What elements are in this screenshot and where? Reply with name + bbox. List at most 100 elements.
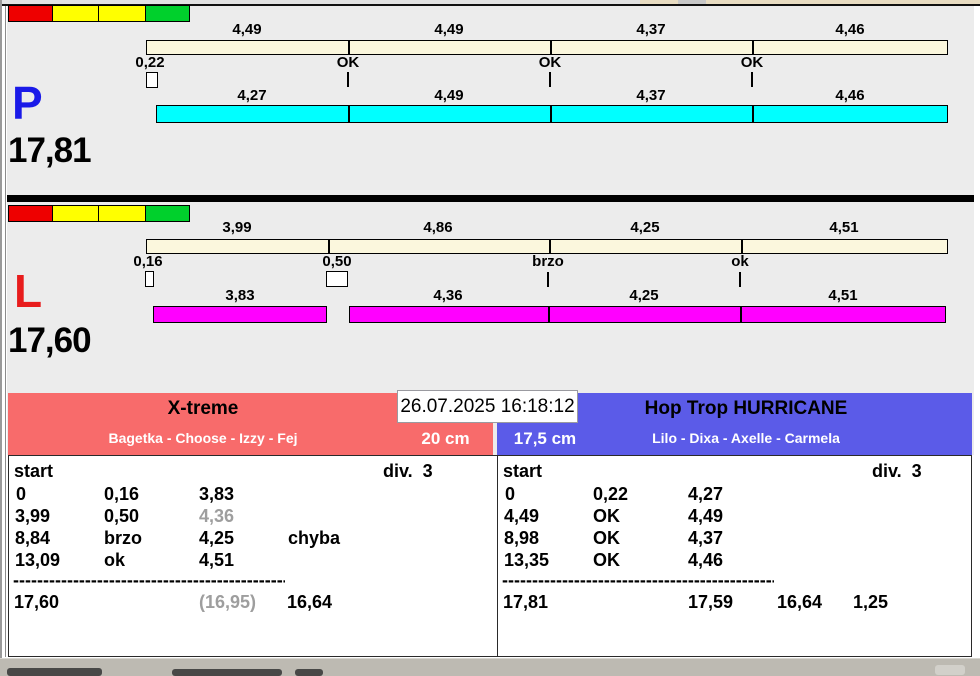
lane-p-pass-mark-3: OK [740,54,764,71]
table-cell-excluded: 4,36 [199,506,235,526]
lane-l-pass-mark-3: ok [731,253,749,270]
table-cell: 4,27 [688,484,724,504]
table-cell: 4,46 [688,550,724,570]
table-cell: OK [593,528,620,548]
datetime-display: 26.07.2025 16:18:12 [397,390,578,423]
team-right-dogs: Lilo - Dixa - Axelle - Carmela [652,430,840,446]
segment-divider [740,307,742,322]
table-separator-line: ----------------------------------------… [13,570,285,590]
segment-divider [550,106,552,122]
lane-p-run-label-4: 4,46 [835,87,865,104]
lane-p-pass-mark-2: OK [538,54,562,71]
lane-l-total-time: 17,60 [8,321,92,360]
lane-p-letter: P [12,77,43,129]
taskbar-item[interactable] [172,669,282,676]
total-net-time: 17,59 [688,592,734,612]
segment-divider [328,240,330,253]
lane-l-start-gap-box [145,271,154,287]
table-cell: 4,37 [688,528,724,548]
table-cell: 0,50 [104,506,140,526]
lane-p-ref-label-3: 4,37 [636,21,666,38]
total-time: 17,81 [503,592,549,612]
lane-p-run-label-1: 4,27 [237,87,267,104]
lane-p-pass-tick-1 [347,72,349,87]
table-cell: OK [593,550,620,570]
table-separator-line: ----------------------------------------… [502,570,774,590]
table-cell: OK [593,506,620,526]
lane-p-total-time: 17,81 [8,131,92,170]
segment-divider [752,106,754,122]
lane-p-light-green [145,5,190,22]
taskbar-item[interactable] [7,668,102,676]
lane-l-run-bar-segment-1 [153,306,327,323]
start-label: start [503,461,543,481]
lane-p-start-gap-box [146,72,158,88]
lane-l-pass-tick-1 [547,272,549,287]
lane-l-light-red [8,205,53,222]
lane-p-pass-tick-2 [549,72,551,87]
segment-divider [348,41,350,54]
table-cell: 8,98 [504,528,540,548]
lane-p-ref-label-1: 4,49 [232,21,262,38]
table-cell: 0,16 [104,484,140,504]
lane-l-light-yellow2 [98,205,146,222]
start-label: start [14,461,54,481]
table-cell: 3,83 [199,484,235,504]
lane-l-start-delay-label: 0,16 [133,253,163,270]
results-table-divider [497,455,498,657]
table-cell: 0 [505,484,516,504]
table-cell: 4,25 [199,528,235,548]
team-left-name: X-treme [167,398,239,419]
lane-l-pass-mark-2: brzo [532,253,564,270]
table-cell: 4,51 [199,550,235,570]
lane-l-pass-mark-1: 0,50 [322,253,352,270]
lane-l-run-label-2: 4,36 [433,287,463,304]
table-cell: 0 [16,484,27,504]
segment-divider [348,106,350,122]
segment-divider [550,41,552,54]
lane-l-run-label-3: 4,25 [629,287,659,304]
table-cell: 0,22 [593,484,629,504]
segment-divider [752,41,754,54]
division-label: div. 3 [383,461,433,481]
team-right-name: Hop Trop HURRICANE [644,398,848,419]
lane-p-run-label-3: 4,37 [636,87,666,104]
left-window-border [0,0,2,658]
lane-separator [7,195,974,202]
lane-p-light-red [8,5,53,22]
lane-l-reference-bar [146,239,948,254]
lane-p-start-delay-label: 0,22 [135,54,165,71]
lane-l-pass-tick-2 [739,272,741,287]
lane-l-run-label-4: 4,51 [828,287,858,304]
taskbar-item-light[interactable] [935,665,965,675]
table-cell: 4,49 [688,506,724,526]
flyball-timing-window: 4,49 4,49 4,37 4,46 0,22 OK OK OK 4,27 4… [0,0,980,676]
taskbar-fragment[interactable] [0,658,980,676]
lane-l-pass-gap-box [326,271,348,287]
lane-l-letter: L [14,265,43,317]
left-inner-border [5,6,6,657]
table-cell: 13,09 [15,550,61,570]
right-window-border [974,6,980,658]
lane-p-light-yellow2 [98,5,146,22]
taskbar-item[interactable] [295,669,323,676]
segment-divider [741,240,743,253]
results-table-container [8,455,972,657]
lane-l-light-yellow1 [52,205,99,222]
lane-l-ref-label-1: 3,99 [222,219,252,236]
lane-p-run-bar [156,105,948,123]
table-cell: brzo [104,528,142,548]
team-left-dogs: Bagetka - Choose - Izzy - Fej [108,430,298,446]
lane-l-ref-label-3: 4,25 [630,219,660,236]
lane-p-pass-tick-3 [751,72,753,87]
team-left-jump-height: 20 cm [421,429,470,448]
lane-l-ref-label-2: 4,86 [423,219,453,236]
table-cell: ok [104,550,126,570]
lane-p-run-label-2: 4,49 [434,87,464,104]
segment-divider [549,240,551,253]
table-cell: 4,49 [504,506,540,526]
total-time: 17,60 [14,592,60,612]
segment-divider [548,307,550,322]
lane-l-light-green [145,205,190,222]
total-margin: 1,25 [853,592,889,612]
